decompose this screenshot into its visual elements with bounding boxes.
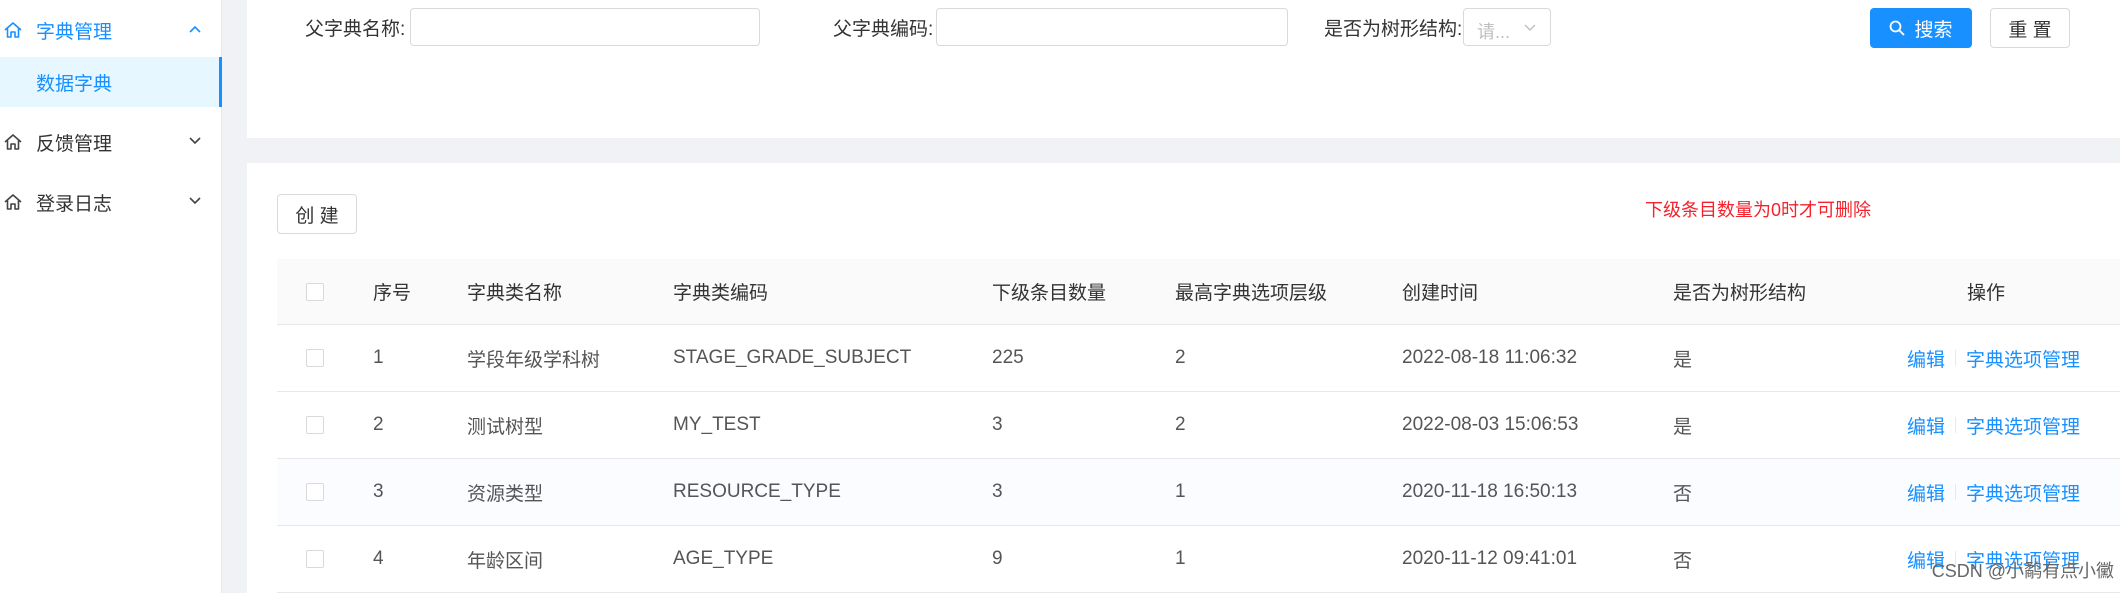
cell-code: RESOURCE_TYPE: [673, 481, 841, 502]
cell-created: 2020-11-18 16:50:13: [1402, 481, 1578, 502]
row-checkbox[interactable]: [306, 483, 324, 501]
search-icon: [1890, 20, 1906, 36]
row-checkbox[interactable]: [306, 416, 324, 434]
cell-actions: 编辑 字典选项管理: [1907, 325, 2080, 391]
home-icon: [4, 22, 22, 38]
delete-tip: 下级条目数量为0时才可删除: [1645, 200, 1872, 220]
dictionary-table: 序号 字典类名称 字典类编码 下级条目数量 最高字典选项层级 创建时间 是否为树…: [277, 259, 2120, 593]
cell-is-tree: 是: [1673, 349, 1693, 371]
table-row: 4 年龄区间 AGE_TYPE 9 1 2020-11-12 09:41:01 …: [277, 526, 2120, 593]
cell-max-level: 1: [1175, 481, 1186, 502]
column-header: 操作: [1967, 283, 2006, 304]
cell-sub-count: 9: [992, 548, 1003, 569]
chevron-down-icon: [1524, 24, 1536, 31]
create-button-label: 创 建: [295, 205, 339, 227]
column-header: 创建时间: [1402, 283, 1479, 304]
table-panel: 创 建 下级条目数量为0时才可删除 序号 字典类名称 字典类编码 下级条目数量 …: [247, 163, 2120, 593]
cell-created: 2020-11-12 09:41:01: [1402, 548, 1578, 569]
cell-sub-count: 3: [992, 414, 1003, 435]
manage-options-link[interactable]: 字典选项管理: [1966, 345, 2080, 372]
cell-created: 2022-08-03 15:06:53: [1402, 414, 1579, 435]
column-header: 是否为树形结构: [1673, 283, 1807, 304]
cell-code: MY_TEST: [673, 414, 761, 435]
search-button-label: 搜索: [1914, 19, 1953, 41]
manage-options-link[interactable]: 字典选项管理: [1966, 479, 2080, 506]
edit-link[interactable]: 编辑: [1907, 345, 1945, 372]
row-checkbox[interactable]: [306, 550, 324, 568]
column-header: 最高字典选项层级: [1175, 283, 1328, 304]
cell-created: 2022-08-18 11:06:32: [1402, 347, 1578, 368]
menu-label: 登录日志: [36, 193, 113, 215]
column-header: 序号: [373, 283, 412, 304]
edit-link[interactable]: 编辑: [1907, 412, 1945, 439]
menu-dictionary-management[interactable]: 字典管理: [0, 0, 221, 60]
home-icon: [4, 134, 22, 150]
parent-name-label: 父字典名称:: [305, 19, 406, 40]
cell-seq: 3: [373, 481, 384, 502]
table-header-row: 序号 字典类名称 字典类编码 下级条目数量 最高字典选项层级 创建时间 是否为树…: [277, 259, 2120, 325]
cell-seq: 4: [373, 548, 384, 569]
column-header: 字典类编码: [673, 283, 769, 304]
action-divider: [1955, 484, 1957, 500]
cell-sub-count: 3: [992, 481, 1003, 502]
menu-feedback-management[interactable]: 反馈管理: [0, 112, 221, 172]
cell-actions: 编辑 字典选项管理: [1907, 459, 2080, 525]
chevron-down-icon: [189, 197, 201, 205]
select-all-checkbox[interactable]: [306, 283, 324, 301]
watermark: CSDN @小鹬有点小黴: [1931, 561, 2114, 581]
cell-sub-count: 225: [992, 347, 1024, 368]
cell-name: 学段年级学科树: [467, 349, 601, 371]
cell-is-tree: 否: [1673, 550, 1693, 572]
menu-label: 反馈管理: [36, 133, 113, 155]
parent-code-input[interactable]: [936, 8, 1288, 46]
search-panel: 父字典名称: 父字典编码: 是否为树形结构: 请... 搜索 重 置: [247, 0, 2120, 138]
menu-label: 字典管理: [36, 21, 113, 43]
table-row: 3 资源类型 RESOURCE_TYPE 3 1 2020-11-18 16:5…: [277, 459, 2120, 526]
cell-code: AGE_TYPE: [673, 548, 774, 569]
table-row: 2 测试树型 MY_TEST 3 2 2022-08-03 15:06:53 是…: [277, 392, 2120, 459]
reset-button-label: 重 置: [2008, 19, 2052, 41]
column-header: 下级条目数量: [992, 283, 1107, 304]
chevron-down-icon: [189, 137, 201, 145]
sidebar: 字典管理 数据字典 反馈管理 登录日志: [0, 0, 222, 593]
parent-code-label: 父字典编码:: [833, 19, 934, 40]
action-divider: [1955, 350, 1957, 366]
manage-options-link[interactable]: 字典选项管理: [1966, 412, 2080, 439]
cell-is-tree: 否: [1673, 483, 1693, 505]
parent-name-input[interactable]: [410, 8, 760, 46]
cell-seq: 1: [373, 347, 384, 368]
cell-name: 资源类型: [467, 483, 544, 505]
create-button[interactable]: 创 建: [277, 194, 357, 234]
cell-name: 测试树型: [467, 416, 544, 438]
cell-max-level: 2: [1175, 347, 1186, 368]
cell-max-level: 2: [1175, 414, 1186, 435]
is-tree-label: 是否为树形结构:: [1324, 19, 1463, 40]
column-header: 字典类名称: [467, 283, 563, 304]
reset-button[interactable]: 重 置: [1990, 8, 2070, 48]
home-icon: [4, 194, 22, 210]
is-tree-select[interactable]: 请...: [1463, 8, 1551, 46]
menu-login-log[interactable]: 登录日志: [0, 172, 221, 232]
cell-name: 年龄区间: [467, 550, 544, 572]
cell-seq: 2: [373, 414, 384, 435]
row-checkbox[interactable]: [306, 349, 324, 367]
submenu-label: 数据字典: [36, 73, 113, 95]
cell-actions: 编辑 字典选项管理: [1907, 392, 2080, 458]
cell-is-tree: 是: [1673, 416, 1693, 438]
table-row: 1 学段年级学科树 STAGE_GRADE_SUBJECT 225 2 2022…: [277, 325, 2120, 392]
chevron-up-icon: [189, 25, 201, 33]
action-divider: [1955, 417, 1957, 433]
is-tree-placeholder: 请...: [1477, 22, 1511, 42]
cell-code: STAGE_GRADE_SUBJECT: [673, 347, 912, 368]
edit-link[interactable]: 编辑: [1907, 479, 1945, 506]
cell-max-level: 1: [1175, 548, 1186, 569]
search-button[interactable]: 搜索: [1870, 8, 1972, 48]
submenu-data-dictionary[interactable]: 数据字典: [0, 57, 222, 107]
